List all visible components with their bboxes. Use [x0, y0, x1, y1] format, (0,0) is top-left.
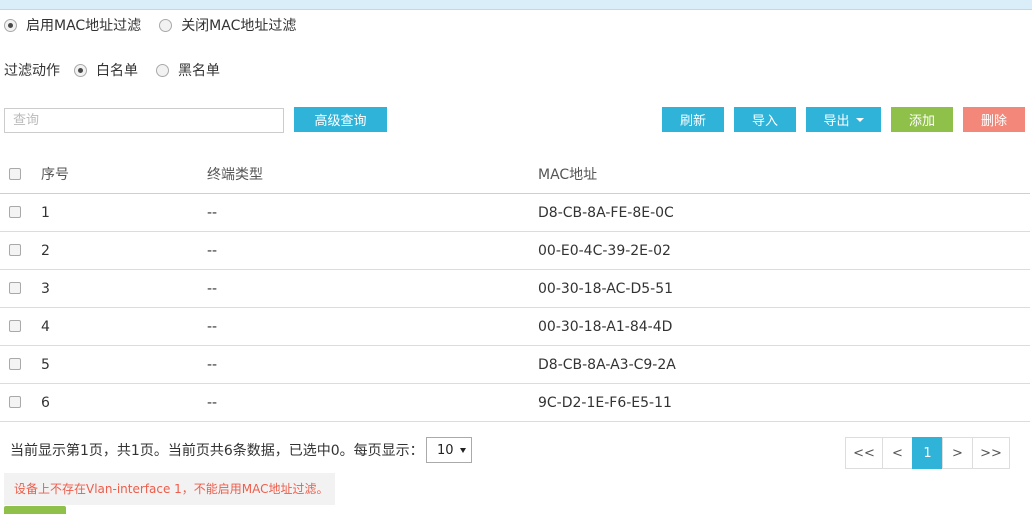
row-no: 6: [41, 395, 50, 411]
row-no: 3: [41, 281, 50, 297]
import-button[interactable]: 导入: [734, 107, 796, 132]
page-1-button[interactable]: 1: [912, 437, 943, 469]
select-all-checkbox[interactable]: [9, 168, 21, 180]
enable-mac-filter-label[interactable]: 启用MAC地址过滤: [26, 15, 141, 35]
disable-mac-filter-radio[interactable]: [159, 18, 173, 32]
refresh-button[interactable]: 刷新: [662, 107, 724, 132]
row-mac: 00-E0-4C-39-2E-02: [538, 243, 671, 259]
row-checkbox[interactable]: [9, 396, 21, 408]
notice-banner: [0, 0, 1032, 10]
pagination: << < 1 > >>: [845, 437, 1010, 469]
row-type: --: [207, 281, 218, 297]
export-label: 导出: [823, 113, 850, 128]
delete-button[interactable]: 删除: [963, 107, 1025, 132]
table-row[interactable]: 2 -- 00-E0-4C-39-2E-02: [0, 232, 1030, 270]
row-mac: D8-CB-8A-FE-8E-0C: [538, 205, 674, 221]
header-no: 序号: [41, 167, 69, 183]
next-page-button[interactable]: >: [942, 437, 973, 469]
whitelist-radio[interactable]: [74, 63, 87, 77]
blacklist-label[interactable]: 黑名单: [178, 60, 220, 80]
table-row[interactable]: 4 -- 00-30-18-A1-84-4D: [0, 308, 1030, 346]
row-mac: 00-30-18-A1-84-4D: [538, 319, 673, 335]
row-type: --: [207, 319, 218, 335]
add-button[interactable]: 添加: [891, 107, 953, 132]
row-type: --: [207, 395, 218, 411]
pager-summary: 当前显示第1页，共1页。当前页共6条数据，已选中0。每页显示：: [10, 443, 424, 459]
filter-action-label: 过滤动作: [4, 63, 60, 79]
whitelist-label[interactable]: 白名单: [96, 60, 138, 80]
table-row[interactable]: 6 -- 9C-D2-1E-F6-E5-11: [0, 384, 1030, 422]
error-message: 设备上不存在Vlan-interface 1，不能启用MAC地址过滤。: [4, 473, 335, 505]
export-button[interactable]: 导出: [806, 107, 881, 132]
row-type: --: [207, 243, 218, 259]
row-checkbox[interactable]: [9, 244, 21, 256]
row-checkbox[interactable]: [9, 206, 21, 218]
page-size-value: 10: [437, 442, 454, 458]
first-page-button[interactable]: <<: [845, 437, 883, 469]
row-checkbox[interactable]: [9, 320, 21, 332]
row-checkbox[interactable]: [9, 282, 21, 294]
mac-table: 序号 终端类型 MAC地址 1 -- D8-CB-8A-FE-8E-0C 2 -…: [0, 156, 1030, 422]
blacklist-radio[interactable]: [156, 63, 169, 77]
page-size-select[interactable]: 10: [426, 437, 472, 463]
table-row[interactable]: 1 -- D8-CB-8A-FE-8E-0C: [0, 194, 1030, 232]
header-mac: MAC地址: [538, 167, 598, 183]
header-type: 终端类型: [207, 167, 263, 183]
mac-filter-toggle: 启用MAC地址过滤 关闭MAC地址过滤: [4, 16, 314, 34]
row-type: --: [207, 357, 218, 373]
row-checkbox[interactable]: [9, 358, 21, 370]
search-input[interactable]: [4, 108, 284, 133]
row-mac: 9C-D2-1E-F6-E5-11: [538, 395, 672, 411]
table-row[interactable]: 5 -- D8-CB-8A-A3-C9-2A: [0, 346, 1030, 384]
disable-mac-filter-label[interactable]: 关闭MAC地址过滤: [181, 15, 296, 35]
row-mac: D8-CB-8A-A3-C9-2A: [538, 357, 676, 373]
last-page-button[interactable]: >>: [972, 437, 1010, 469]
prev-page-button[interactable]: <: [882, 437, 913, 469]
filter-action-group: 过滤动作 白名单 黑名单: [4, 61, 238, 79]
enable-mac-filter-radio[interactable]: [4, 18, 17, 32]
row-no: 4: [41, 319, 50, 335]
apply-button[interactable]: [4, 506, 66, 514]
row-no: 1: [41, 205, 50, 221]
advanced-query-button[interactable]: 高级查询: [294, 107, 387, 132]
caret-down-icon: [855, 117, 864, 122]
table-header: 序号 终端类型 MAC地址: [0, 156, 1030, 194]
row-no: 2: [41, 243, 50, 259]
table-row[interactable]: 3 -- 00-30-18-AC-D5-51: [0, 270, 1030, 308]
chevron-down-icon: [459, 447, 466, 453]
row-mac: 00-30-18-AC-D5-51: [538, 281, 674, 297]
row-type: --: [207, 205, 218, 221]
row-no: 5: [41, 357, 50, 373]
